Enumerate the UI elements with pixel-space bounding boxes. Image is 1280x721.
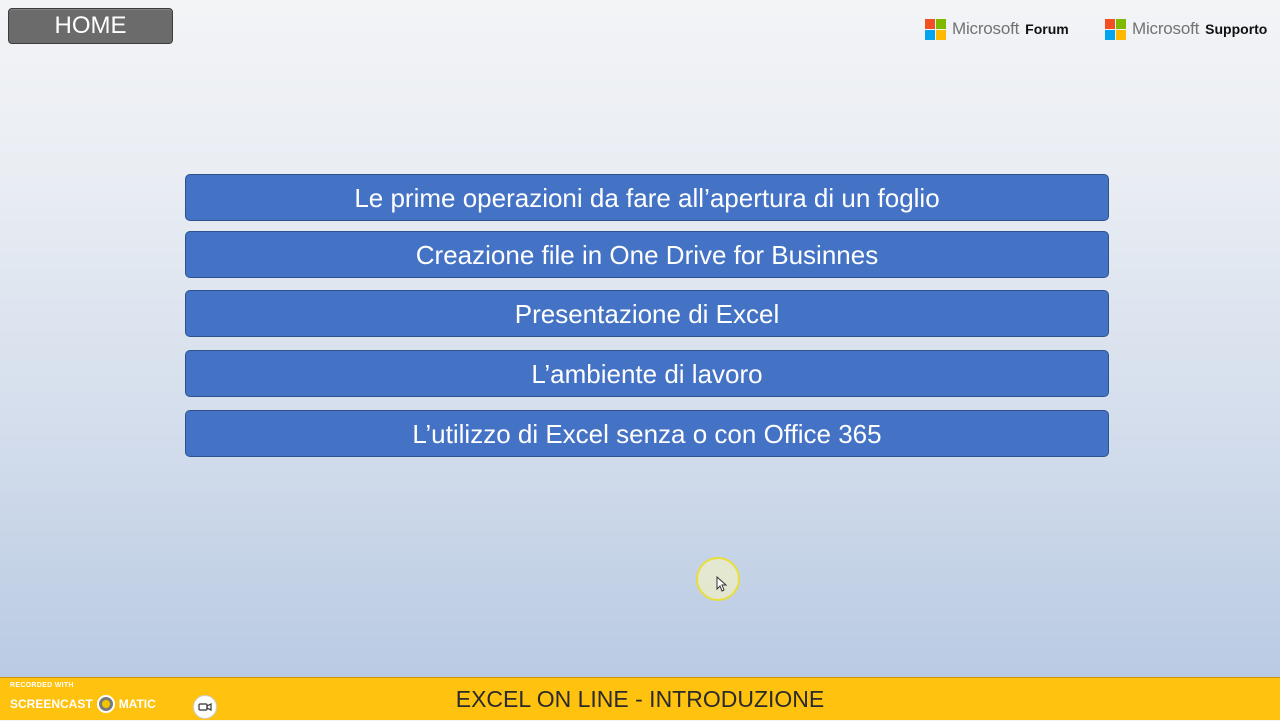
microsoft-logo-icon (925, 18, 946, 40)
matic-word: MATIC (118, 697, 156, 711)
supporto-label: Supporto (1205, 21, 1268, 37)
home-button[interactable]: HOME (8, 8, 173, 44)
menu-button-presentazione-excel[interactable]: Presentazione di Excel (185, 290, 1109, 337)
screencast-logo: SCREENCAST MATIC (10, 695, 156, 713)
screencast-word: SCREENCAST (10, 697, 93, 711)
footer-bar: EXCEL ON LINE - INTRODUZIONE RECORDED WI… (0, 677, 1280, 720)
video-camera-icon[interactable] (193, 695, 217, 719)
microsoft-forum-link[interactable]: Microsoft Forum (925, 18, 1069, 40)
menu-button-utilizzo-excel[interactable]: L’utilizzo di Excel senza o con Office 3… (185, 410, 1109, 457)
menu-button-ambiente-lavoro[interactable]: L’ambiente di lavoro (185, 350, 1109, 397)
menu-button-prime-operazioni[interactable]: Le prime operazioni da fare all’apertura… (185, 174, 1109, 221)
screencast-dot-icon (96, 695, 115, 713)
microsoft-logo-icon (1105, 18, 1126, 40)
mouse-pointer-icon (716, 576, 728, 592)
microsoft-supporto-link[interactable]: Microsoft Supporto (1105, 18, 1267, 40)
menu-button-creazione-file[interactable]: Creazione file in One Drive for Businnes (185, 231, 1109, 278)
forum-label: Forum (1025, 21, 1069, 37)
microsoft-wordmark: Microsoft (1132, 19, 1200, 38)
microsoft-wordmark: Microsoft (952, 19, 1020, 38)
recorded-with-label: RECORDED WITH (10, 682, 74, 689)
